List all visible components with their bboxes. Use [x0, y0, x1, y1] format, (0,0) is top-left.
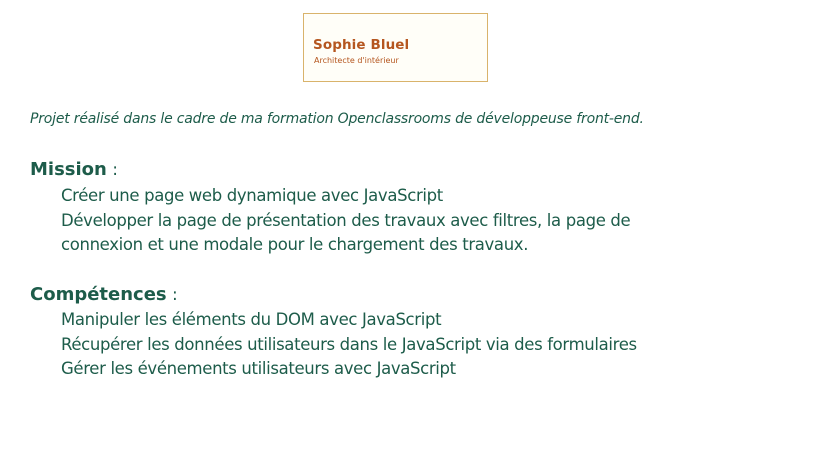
mission-title: Mission	[30, 159, 107, 180]
logo-subtitle: Architecte d'intérieur	[314, 56, 399, 65]
skills-list: Manipuler les éléments du DOM avec JavaS…	[61, 308, 637, 382]
intro-text: Projet réalisé dans le cadre de ma forma…	[30, 111, 644, 127]
skills-item: Manipuler les éléments du DOM avec JavaS…	[61, 310, 442, 329]
mission-item: Créer une page web dynamique avec JavaSc…	[61, 186, 443, 205]
logo: Sophie Bluel Architecte d'intérieur	[303, 13, 488, 82]
skills-item: Gérer les événements utilisateurs avec J…	[61, 359, 456, 378]
skills-item: Récupérer les données utilisateurs dans …	[61, 334, 637, 354]
mission-item: connexion et une modale pour le chargeme…	[61, 235, 529, 254]
mission-list: Créer une page web dynamique avec JavaSc…	[61, 184, 631, 258]
skills-heading: Compétences :	[30, 284, 178, 305]
mission-heading: Mission :	[30, 159, 118, 180]
logo-name: Sophie Bluel	[313, 37, 410, 53]
mission-colon: :	[106, 160, 119, 180]
skills-title: Compétences	[30, 284, 167, 305]
mission-item: Développer la page de présentation des t…	[61, 210, 631, 230]
skills-colon: :	[166, 285, 178, 305]
